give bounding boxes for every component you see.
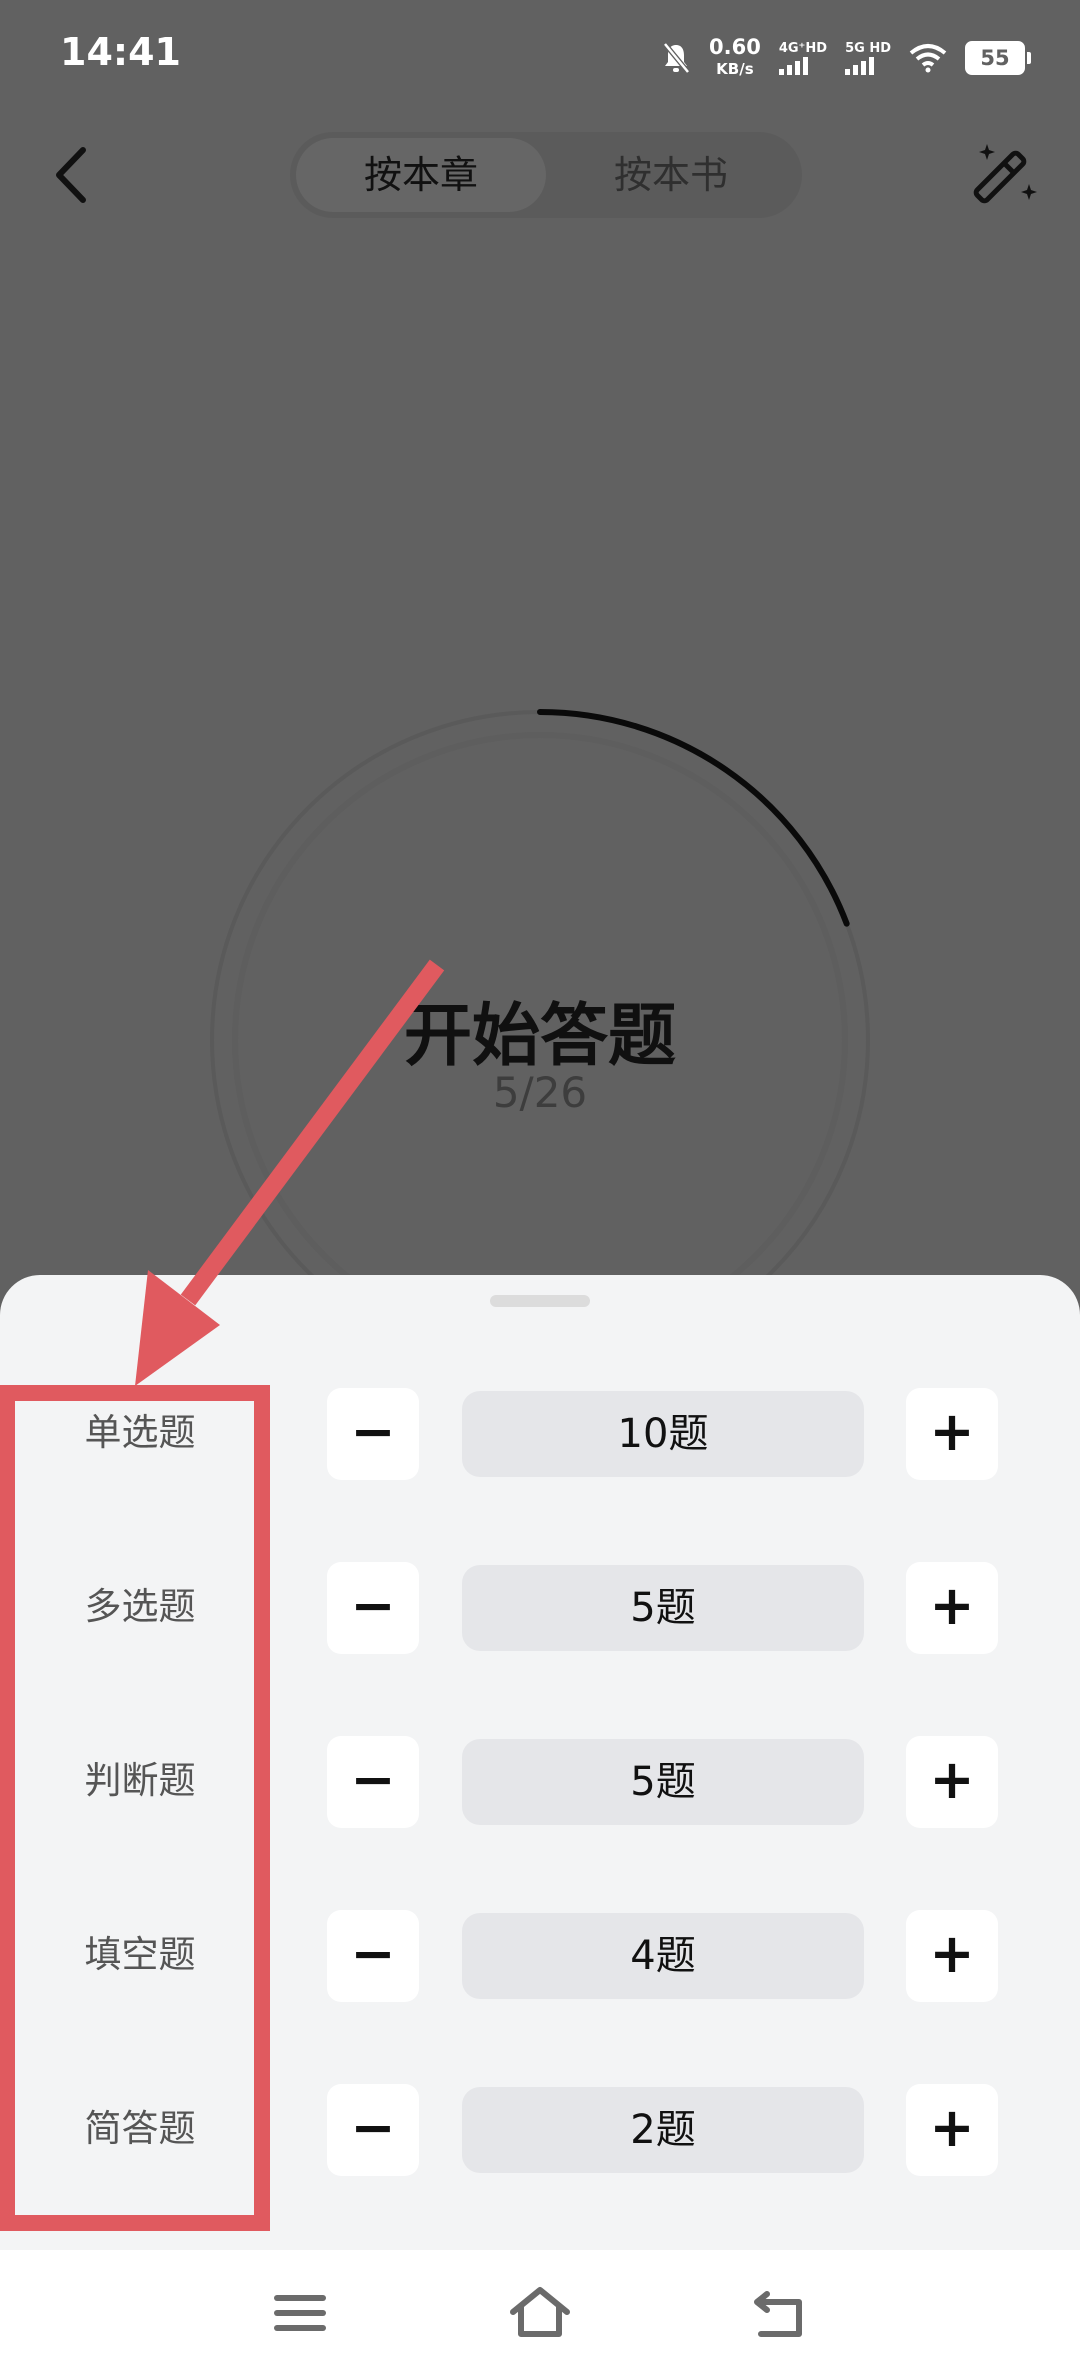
- decrease-button[interactable]: −: [327, 2084, 419, 2176]
- decrease-button[interactable]: −: [327, 1388, 419, 1480]
- signal-2-label: 5G HD: [845, 41, 891, 56]
- status-indicators: 0.60 KB/s 4G⁺HD 5G HD 55: [661, 30, 1031, 86]
- signal-1-label: 4G⁺HD: [778, 41, 828, 56]
- wifi-icon: [909, 44, 947, 73]
- question-row-multiple: 多选题 − 5题 +: [0, 1562, 1080, 1654]
- question-row-shortanswer: 简答题 − 2题 +: [0, 2084, 1080, 2176]
- progress-text: 5/26: [492, 1068, 588, 1117]
- decrease-button[interactable]: −: [327, 1736, 419, 1828]
- bell-muted-icon: [663, 42, 690, 74]
- signal-icon: [778, 57, 808, 75]
- net-speed: 0.60 KB/s: [709, 36, 761, 80]
- scope-segmented-control: 按本章 按本书: [290, 132, 802, 218]
- progress-arc: [537, 709, 850, 927]
- status-bar: 14:41 0.60 KB/s 4G⁺HD 5G HD 55: [0, 0, 1080, 110]
- tab-this-book[interactable]: 按本书: [546, 138, 796, 212]
- back-icon[interactable]: [45, 140, 105, 210]
- row-label: 判断题: [84, 1759, 196, 1802]
- back-nav-icon[interactable]: [745, 2280, 815, 2346]
- increase-button[interactable]: +: [906, 1388, 998, 1480]
- net-speed-unit: KB/s: [716, 60, 754, 78]
- net-speed-value: 0.60: [709, 35, 761, 59]
- signal-1: 4G⁺HD: [778, 41, 828, 75]
- increase-button[interactable]: +: [906, 2084, 998, 2176]
- sheet-handle[interactable]: [490, 1295, 590, 1307]
- question-row-single: 单选题 − 10题 +: [0, 1388, 1080, 1480]
- home-icon[interactable]: [505, 2280, 575, 2346]
- start-quiz-button[interactable]: 开始答题: [0, 980, 1080, 1079]
- battery-icon: 55: [965, 41, 1031, 75]
- count-field[interactable]: 2题: [462, 2087, 864, 2173]
- count-field[interactable]: 10题: [462, 1391, 864, 1477]
- decrease-button[interactable]: −: [327, 1910, 419, 2002]
- question-row-fillblank: 填空题 − 4题 +: [0, 1910, 1080, 2002]
- row-label: 简答题: [84, 2107, 196, 2150]
- question-row-truefalse: 判断题 − 5题 +: [0, 1736, 1080, 1828]
- row-label: 单选题: [84, 1411, 196, 1454]
- question-count-sheet: 单选题 − 10题 + 多选题 − 5题 + 判断题 − 5题 + 填空题 − …: [0, 1275, 1080, 2376]
- count-field[interactable]: 5题: [462, 1739, 864, 1825]
- row-label: 多选题: [84, 1585, 196, 1628]
- system-nav-bar: [0, 2250, 1080, 2376]
- tab-this-chapter[interactable]: 按本章: [296, 138, 546, 212]
- signal-icon: [845, 57, 875, 75]
- increase-button[interactable]: +: [906, 1562, 998, 1654]
- menu-icon[interactable]: [265, 2280, 335, 2346]
- increase-button[interactable]: +: [906, 1910, 998, 2002]
- increase-button[interactable]: +: [906, 1736, 998, 1828]
- count-field[interactable]: 5题: [462, 1565, 864, 1651]
- decrease-button[interactable]: −: [327, 1562, 419, 1654]
- status-time: 14:41: [60, 30, 181, 74]
- signal-2: 5G HD: [845, 41, 891, 75]
- row-label: 填空题: [84, 1933, 196, 1976]
- count-field[interactable]: 4题: [462, 1913, 864, 1999]
- magic-wand-icon[interactable]: [965, 140, 1043, 218]
